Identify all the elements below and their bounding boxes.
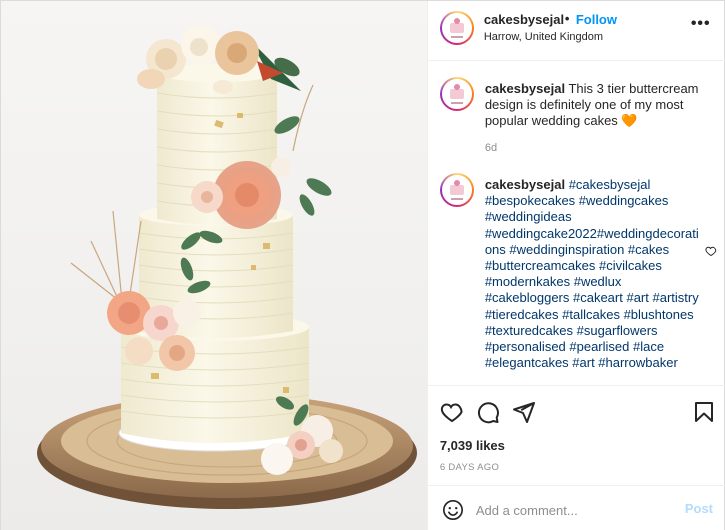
comments-list[interactable]: cakesbysejal This 3 tier buttercream des…: [428, 62, 725, 385]
caption-username[interactable]: cakesbysejal: [485, 81, 565, 96]
follow-button[interactable]: Follow: [576, 12, 617, 27]
avatar[interactable]: [439, 11, 474, 45]
brand-logo-icon: [449, 84, 464, 104]
avatar[interactable]: [439, 77, 474, 111]
post-photo[interactable]: [1, 1, 428, 530]
avatar[interactable]: [439, 173, 474, 207]
likes-count[interactable]: 7,039 likes: [440, 438, 505, 453]
comment-hashtags[interactable]: #cakesbysejal #bespokecakes #weddingcake…: [485, 177, 699, 370]
comment-icon[interactable]: [476, 400, 500, 424]
post-date[interactable]: 6 DAYS AGO: [440, 462, 499, 473]
instagram-post: cakesbysejal • Follow Harrow, United Kin…: [0, 0, 725, 530]
add-comment-bar: Post: [427, 485, 725, 530]
header-username[interactable]: cakesbysejal: [484, 12, 564, 27]
caption: cakesbysejal This 3 tier buttercream des…: [485, 81, 705, 130]
post-button[interactable]: Post: [685, 501, 713, 516]
location-link[interactable]: Harrow, United Kingdom: [484, 31, 603, 43]
wedding-cake-image: [37, 25, 417, 509]
heart-icon[interactable]: [440, 400, 464, 424]
share-icon[interactable]: [512, 400, 536, 424]
comment-like-heart-icon[interactable]: [705, 245, 717, 257]
caption-time[interactable]: 6d: [485, 142, 497, 154]
more-options-icon[interactable]: •••: [691, 15, 711, 33]
separator-dot: •: [564, 11, 570, 26]
post-actions: 7,039 likes 6 DAYS AGO: [427, 385, 725, 485]
brand-logo-icon: [449, 18, 464, 38]
emoji-icon[interactable]: [442, 499, 464, 521]
comment: cakesbysejal #cakesbysejal #bespokecakes…: [485, 177, 705, 371]
comment-input[interactable]: [475, 501, 671, 519]
brand-logo-icon: [449, 180, 464, 200]
bookmark-icon[interactable]: [692, 400, 716, 424]
comment-username[interactable]: cakesbysejal: [485, 177, 565, 192]
post-header: cakesbysejal • Follow Harrow, United Kin…: [427, 1, 725, 61]
post-side-panel: cakesbysejal • Follow Harrow, United Kin…: [427, 1, 725, 530]
